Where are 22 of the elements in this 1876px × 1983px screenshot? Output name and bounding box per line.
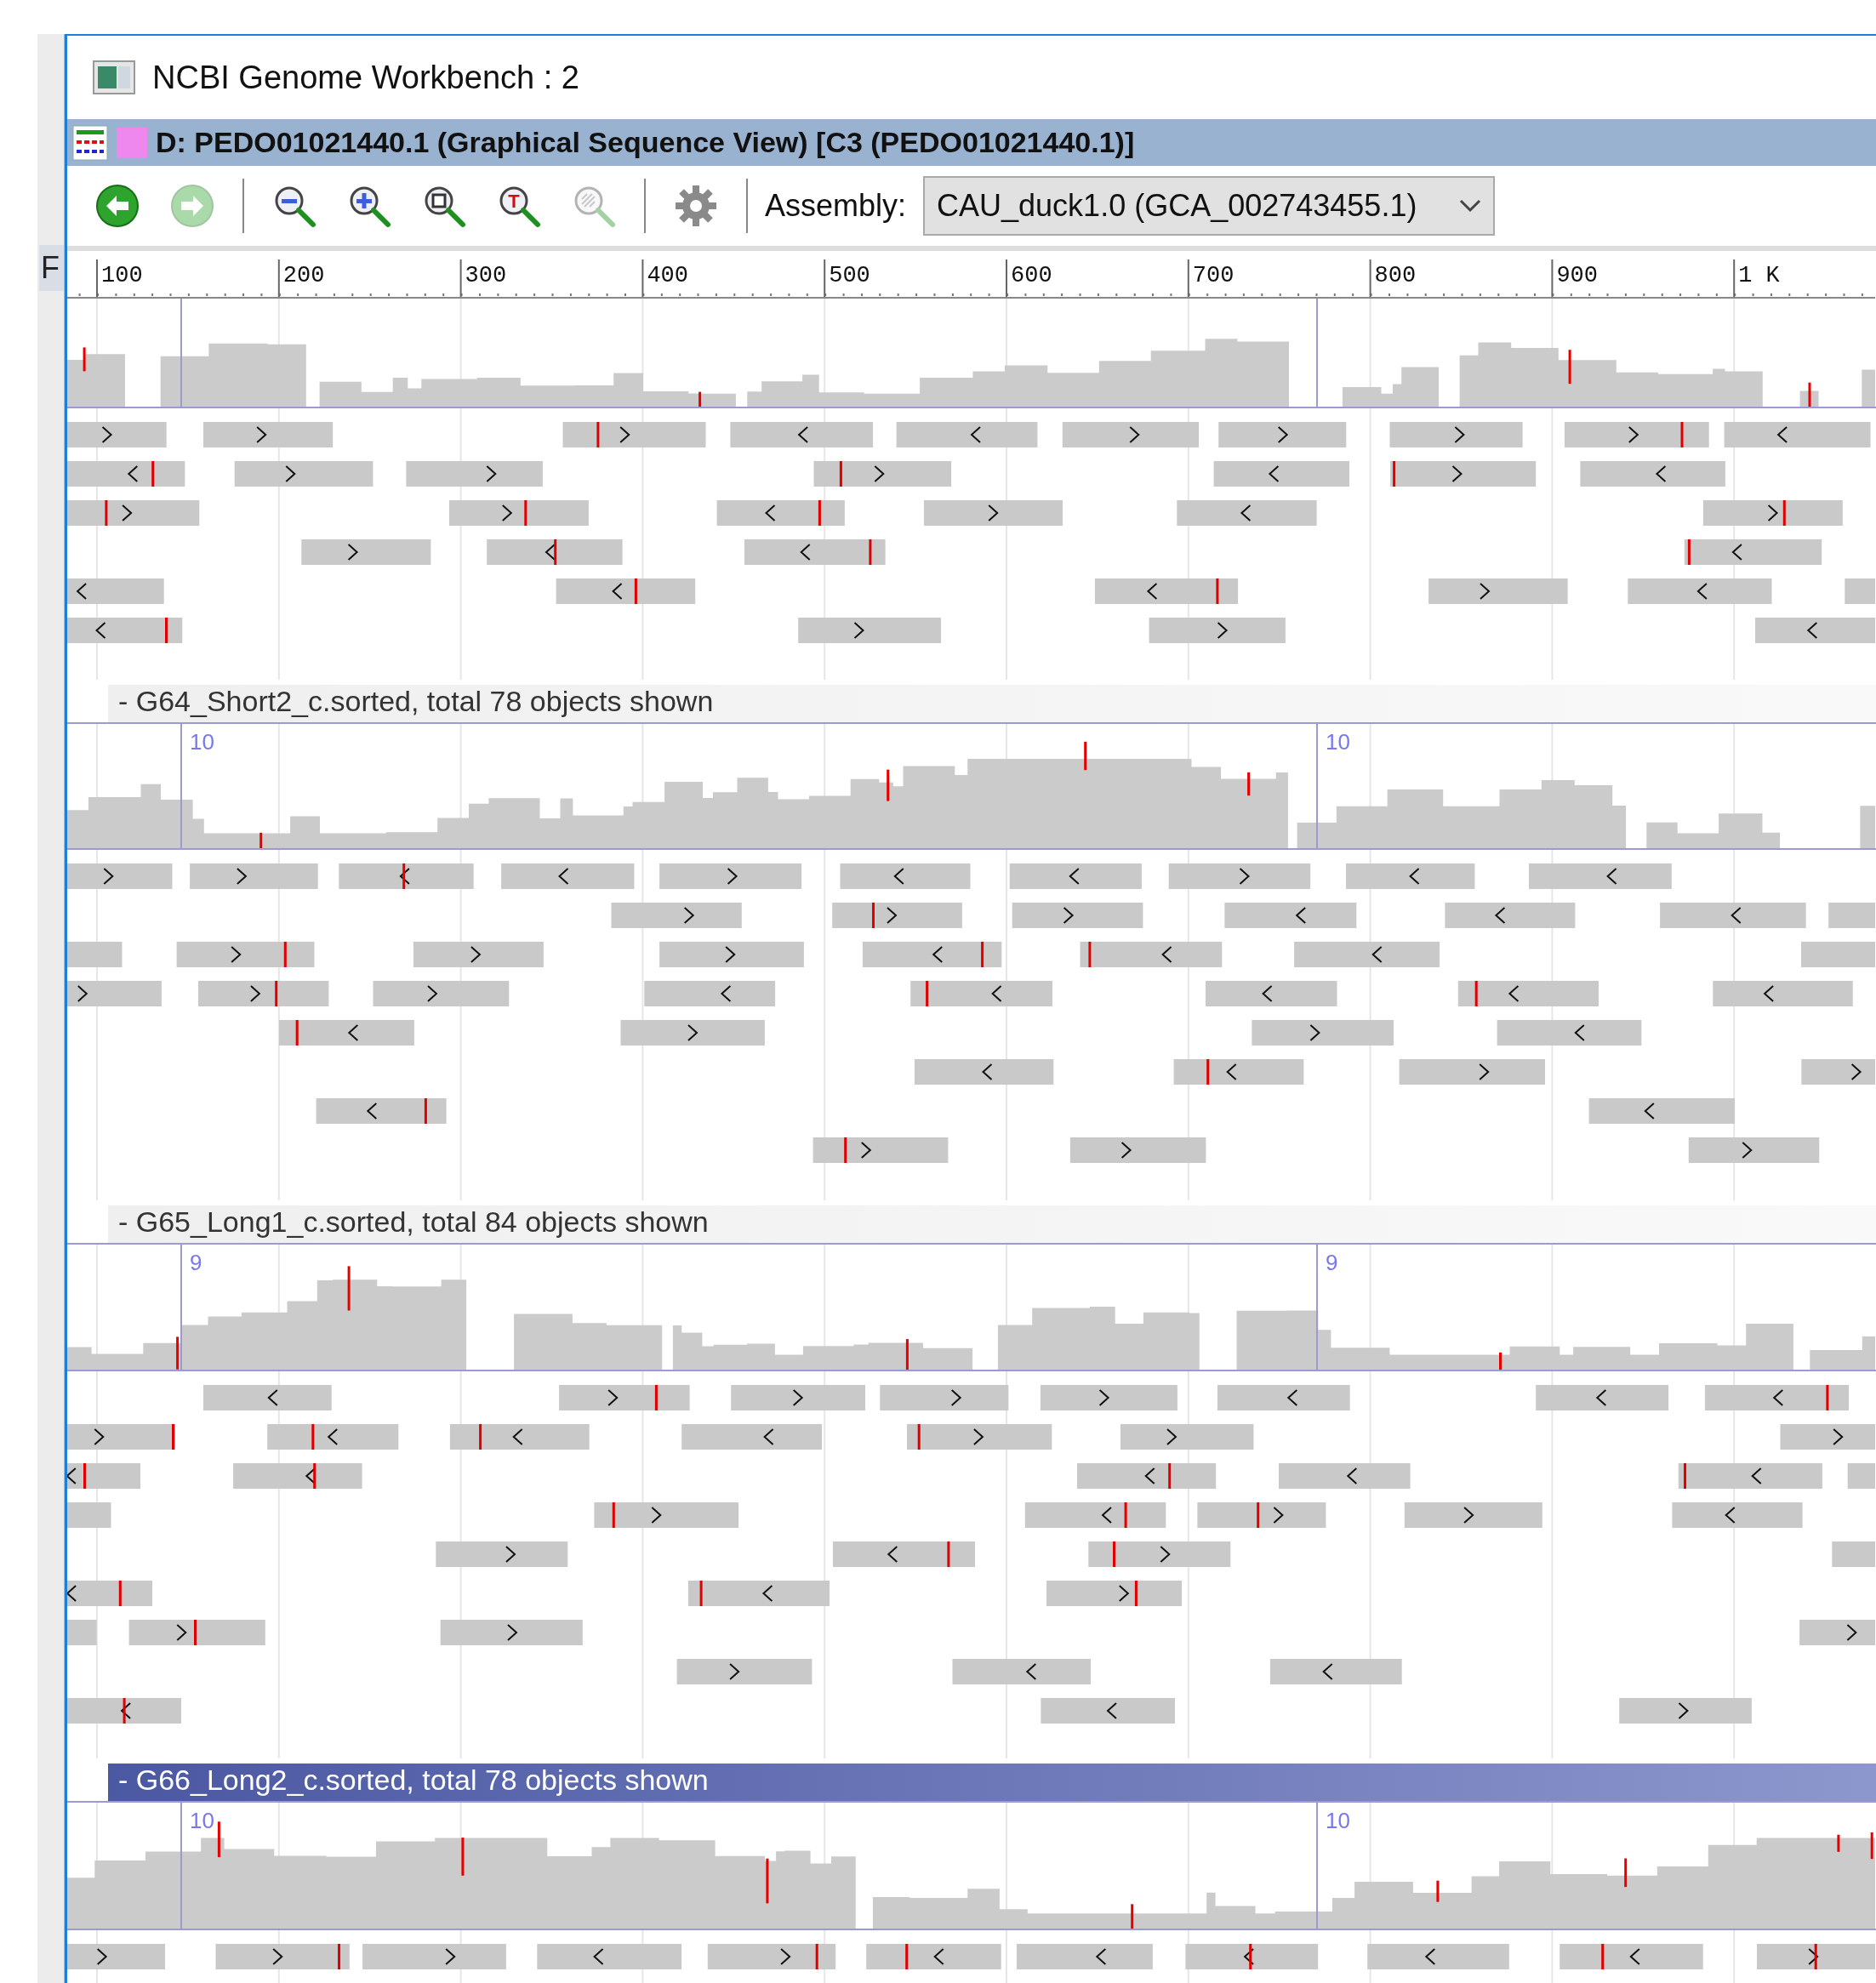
ruler-label: 1 K xyxy=(1738,263,1780,288)
lines-icon xyxy=(72,124,108,161)
ruler-label: 400 xyxy=(647,263,688,288)
app-window-icon xyxy=(93,60,135,94)
assembly-dropdown[interactable]: CAU_duck1.0 (GCA_002743455.1) xyxy=(923,176,1496,236)
zoom-sequence-button[interactable]: T xyxy=(494,181,544,231)
window-title: NCBI Genome Workbench : 2 xyxy=(152,59,579,96)
track-header[interactable]: - G64_Short2_c.sorted, total 78 objects shown xyxy=(108,685,1876,722)
track-header[interactable]: - G66_Long2_c.sorted, total 78 objects shown xyxy=(108,1764,1876,1801)
ruler-label: 800 xyxy=(1374,263,1417,288)
ruler-label: 100 xyxy=(101,263,143,288)
square-icon xyxy=(117,127,147,158)
track-header[interactable]: - G65_Long1_c.sorted, total 84 objects shown xyxy=(108,1205,1876,1243)
ruler-label: 200 xyxy=(282,263,325,288)
ruler-label: 300 xyxy=(465,263,507,288)
chevron-down-icon xyxy=(1459,199,1482,213)
ruler-label: 500 xyxy=(829,263,870,288)
ruler-label: 900 xyxy=(1556,263,1598,288)
panel-tab-label: F xyxy=(39,245,64,291)
ruler-label: 700 xyxy=(1192,263,1235,288)
assembly-label: Assembly: xyxy=(765,188,907,224)
ruler-label: 600 xyxy=(1011,263,1052,288)
